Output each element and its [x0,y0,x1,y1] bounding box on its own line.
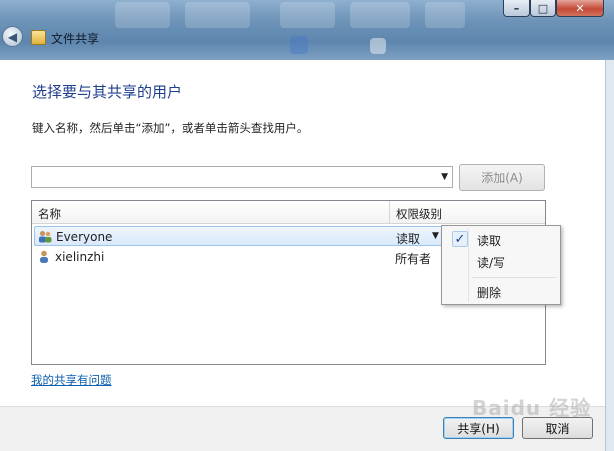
column-header-name[interactable]: 名称 [38,206,61,222]
taskbar-blur [115,2,170,28]
menu-item-remove[interactable]: 删除 [444,280,558,302]
taskbar-blur [280,2,335,28]
dropdown-arrow-icon[interactable]: ▼ [441,172,448,182]
menu-item-label: 读取 [477,234,502,248]
column-header-permission[interactable]: 权限级别 [396,206,442,222]
minimize-button[interactable]: – [503,0,530,17]
user-name: Everyone [56,230,113,244]
desktop-icon-blur [290,36,308,54]
column-divider [389,201,390,223]
window-title: 文件共享 [51,32,100,46]
add-button[interactable]: 添加(A) [459,164,545,191]
chevron-down-icon[interactable]: ▼ [432,231,439,241]
back-button[interactable]: ◀ [2,26,23,47]
taskbar-blur [185,2,250,28]
user-name-combobox[interactable]: ▼ [31,166,453,188]
user-name: xielinzhi [55,250,105,264]
taskbar-blur [350,2,410,28]
taskbar-blur [425,2,465,28]
checkmark-icon: ✓ [452,231,468,247]
menu-item-label: 读/写 [477,256,506,270]
page-title: 选择要与其共享的用户 [32,83,183,101]
instruction-text: 键入名称，然后单击“添加”，或者单击箭头查找用户。 [32,121,309,135]
file-sharing-icon [31,30,46,45]
list-header: 名称 权限级别 [32,201,545,224]
desktop-icon-blur [370,38,386,54]
sharing-help-link[interactable]: 我的共享有问题 [31,372,112,388]
close-icon: ✕ [575,1,585,15]
window-titlebar: – □ ✕ ◀ 文件共享 [0,0,614,60]
user-icon [40,250,48,263]
back-arrow-icon: ◀ [7,29,18,44]
menu-item-read-write[interactable]: 读/写 [444,250,558,272]
maximize-button[interactable]: □ [530,0,556,17]
vertical-scrollbar[interactable] [605,60,614,451]
permission-level: 所有者 [395,252,432,266]
minimize-icon: – [513,1,520,15]
menu-item-read[interactable]: ✓ 读取 [444,228,558,250]
close-button[interactable]: ✕ [556,0,604,17]
menu-item-label: 删除 [477,286,502,300]
group-users-icon [39,231,52,243]
permission-level[interactable]: 读取 [396,230,420,247]
baidu-watermark: Baidu 经验 [472,396,592,420]
maximize-icon: □ [537,1,549,15]
permission-context-menu: ✓ 读取 读/写 删除 [441,225,561,305]
menu-separator [472,277,556,278]
